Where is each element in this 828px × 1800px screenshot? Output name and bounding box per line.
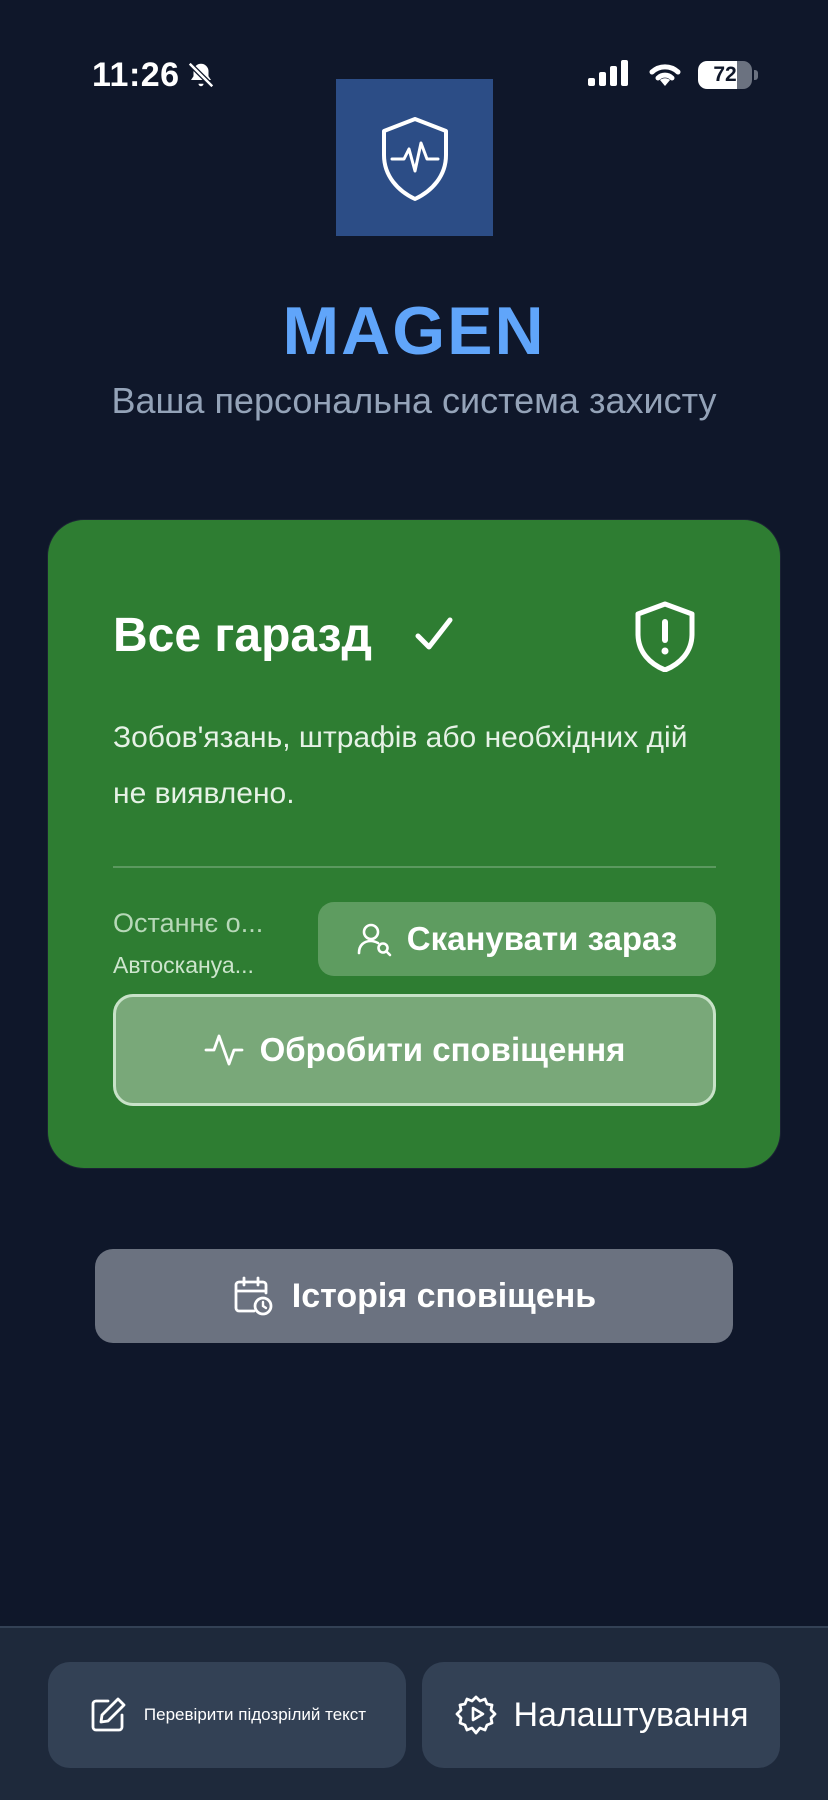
app-title: MAGEN [282, 293, 546, 369]
user-search-icon [357, 923, 392, 957]
settings-button[interactable]: Налаштування [422, 1662, 780, 1768]
shield-alert-icon [635, 601, 695, 672]
scan-now-button[interactable]: Сканувати зараз [318, 902, 716, 976]
signal-icon [588, 60, 628, 86]
status-description: Зобов'язань, штрафів або необхідних дій … [113, 721, 688, 810]
app-logo [336, 79, 493, 236]
edit-icon [91, 1697, 126, 1732]
battery-tip [754, 70, 758, 80]
gear-icon [455, 1695, 496, 1735]
bottom-navigation: Перевірити підозрілий текст Налаштування [0, 1626, 828, 1800]
notification-history-button[interactable]: Історія сповіщень [95, 1249, 733, 1343]
scan-now-label: Сканувати зараз [406, 920, 678, 957]
app-tagline: Ваша персональна система захисту [111, 380, 717, 421]
card-divider [113, 866, 716, 868]
process-notifications-label: Обробити сповіщення [259, 1031, 626, 1068]
status-card: Все гаразд Зобов'язань, штрафів або необ… [48, 520, 780, 1168]
calendar-clock-icon [234, 1276, 273, 1316]
status-title: Все гаразд [113, 609, 373, 662]
check-suspicious-text-button[interactable]: Перевірити підозрілий текст [48, 1662, 406, 1768]
last-scan-label: Останнє о... [113, 908, 264, 938]
process-notifications-button[interactable]: Обробити сповіщення [113, 994, 716, 1106]
activity-icon [204, 1034, 243, 1066]
wifi-icon [649, 64, 681, 86]
battery-icon: 72 [698, 61, 758, 89]
checkmark-icon [415, 617, 453, 650]
check-suspicious-text-label: Перевірити підозрілий текст [143, 1705, 367, 1724]
status-time: 11:26 [92, 56, 180, 94]
battery-body: 72 [698, 61, 752, 89]
bell-slash-icon [187, 61, 215, 89]
notification-history-label: Історія сповіщень [291, 1276, 597, 1315]
auto-scan-label: Автоскануа... [113, 952, 254, 978]
shield-heartbeat-icon [381, 116, 448, 201]
battery-percent: 72 [713, 63, 737, 86]
settings-label: Налаштування [513, 1695, 749, 1734]
